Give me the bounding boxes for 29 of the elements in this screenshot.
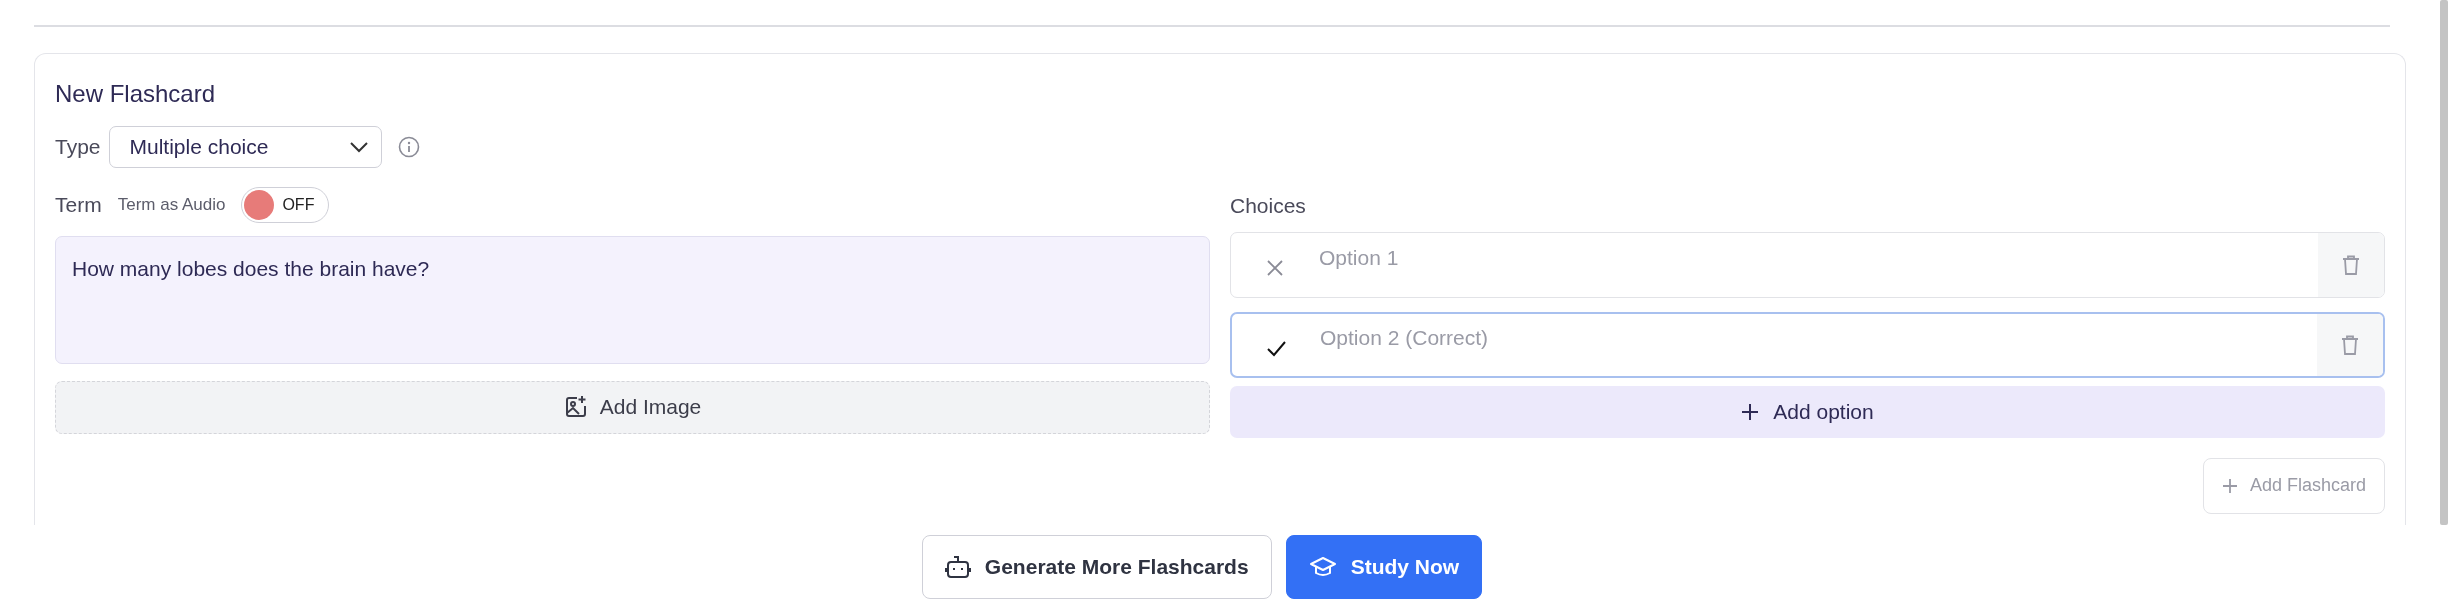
term-label: Term [55,192,102,219]
term-field[interactable]: How many lobes does the brain have? [55,236,1210,364]
scrollbar[interactable] [2440,0,2448,525]
option-field[interactable]: Option 2 (Correct) [1320,313,2317,376]
delete-button[interactable] [2317,313,2383,376]
term-as-audio-label: Term as Audio [117,194,226,217]
plus-icon [1741,402,1760,421]
trash-icon [2339,333,2361,356]
info-icon[interactable] [397,136,420,158]
choices-label: Choices [1230,193,1307,219]
graduation-cap-icon [1308,556,1337,578]
add-image-button[interactable]: Add Image [55,380,1210,434]
choice-field[interactable]: Option 1 [1230,231,2385,298]
plus-icon [2221,477,2238,494]
close-icon[interactable] [1265,257,1285,278]
image-plus-icon [563,395,588,419]
delete-button[interactable] [2318,232,2384,297]
study-now-button[interactable]: Study Now [1285,535,1483,599]
audio-toggle[interactable]: OFF [241,187,330,223]
robot-icon [944,555,971,579]
trash-icon [2340,253,2362,276]
generate-button[interactable]: Generate More Flashcards [921,535,1272,599]
type-select[interactable]: Multiple choice [108,126,382,168]
choice-field[interactable]: Option 2 (Correct) [1230,311,2385,378]
card-title: New Flashcard [55,79,217,109]
chevron-down-icon [348,141,369,153]
type-label: Type [55,134,101,161]
option-field[interactable]: Option 1 [1319,232,2318,297]
add-option-button[interactable]: Add option [1230,385,2385,438]
